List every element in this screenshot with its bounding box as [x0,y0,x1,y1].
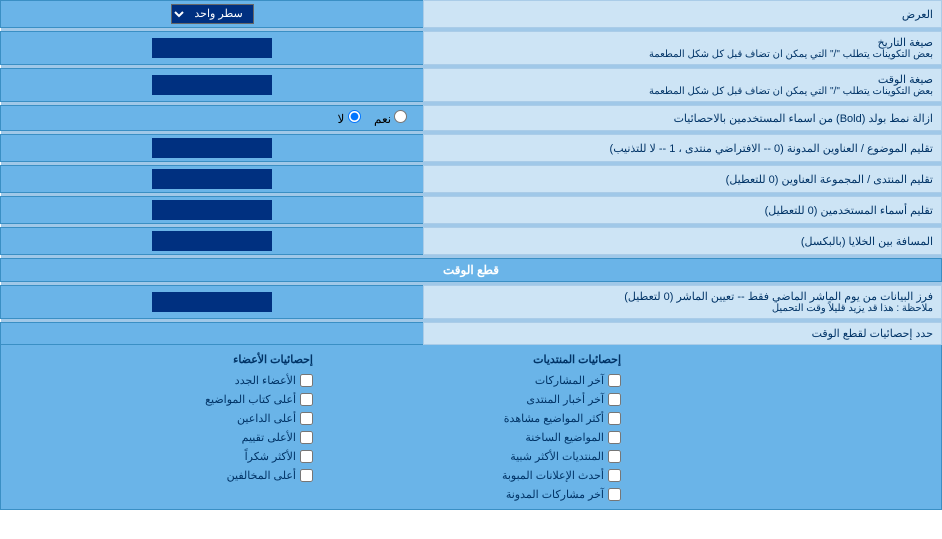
lines-cell: سطر واحد [1,1,424,28]
display-text: العرض [902,9,933,21]
list-item: آخر أخبار المنتدى [321,391,621,408]
cb-popular-forums[interactable] [608,450,621,463]
col2-header: إحصائيات المنتديات [321,351,621,370]
limit-row-label: حدد إحصائيات لقطع الوقت [424,323,942,345]
bold-remove-title: ازالة نمط بولد (Bold) من اسماء المستخدمي… [674,113,933,125]
cells-distance-input[interactable]: 2 [152,231,272,251]
col3-header [629,351,929,370]
checkboxes-section: إحصائيات المنتديات إحصائيات الأعضاء آخر … [1,345,942,510]
col3-item-4 [629,429,929,446]
forum-order-label: تقليم المنتدى / المجموعة العناوين (0 للت… [424,166,942,193]
time-format-input-cell: H:i [1,69,424,102]
realtime-section-header: قطع الوقت [1,259,942,282]
date-format-sublabel: بعض التكوينات يتطلب "/" التي يمكن ان تضا… [432,49,933,60]
bold-remove-cell: نعم لا [1,106,424,131]
list-item: أعلى المخالفين [13,467,313,484]
col3-item-3 [629,410,929,427]
time-format-sublabel: بعض التكوينات يتطلب "/" التي يمكن ان تضا… [432,86,933,97]
list-item: أعلى الداعين [13,410,313,427]
topics-order-input[interactable]: 33 [152,138,272,158]
lines-dropdown[interactable]: سطر واحد [171,4,254,24]
usernames-trim-label: تقليم أسماء المستخدمين (0 للتعطيل) [424,197,942,224]
cb-most-thanked[interactable] [300,450,313,463]
col3-item-7 [629,486,929,503]
usernames-trim-title: تقليم أسماء المستخدمين (0 للتعطيل) [765,205,933,217]
list-item: الأعلى تقييم [13,429,313,446]
list-item: آخر المشاركات [321,372,621,389]
cb-top-violators[interactable] [300,469,313,482]
bold-no-label: لا [337,112,344,126]
realtime-title: قطع الوقت [443,263,499,277]
bold-yes-radio[interactable] [394,110,407,123]
time-format-title: صيغة الوقت [878,74,933,86]
topics-order-input-cell: 33 [1,135,424,162]
list-item: أكثر المواضيع مشاهدة [321,410,621,427]
topics-order-title: تقليم الموضوع / العناوين المدونة (0 -- ا… [610,143,933,155]
date-format-input[interactable]: d-m [152,38,272,58]
cb-top-inviters[interactable] [300,412,313,425]
cb-new-members[interactable] [300,374,313,387]
realtime-days-input[interactable]: 0 [152,292,272,312]
col3-item-2 [629,391,929,408]
display-label: العرض [424,1,942,28]
list-item: أحدث الإعلانات المبوبة [321,467,621,484]
cb-most-viewed[interactable] [608,412,621,425]
cells-distance-input-cell: 2 [1,228,424,255]
forum-order-title: تقليم المنتدى / المجموعة العناوين (0 للت… [726,174,933,186]
date-format-title: صيغة التاريخ [878,37,933,49]
bold-yes-label: نعم [374,112,391,126]
col3-item-6 [629,467,929,484]
list-item: الأكثر شكراً [13,448,313,465]
list-item: المواضيع الساخنة [321,429,621,446]
cb-latest-ads[interactable] [608,469,621,482]
cells-distance-label: المسافة بين الخلايا (بالبكسل) [424,228,942,255]
col2-header-text: إحصائيات المنتديات [533,354,621,366]
realtime-days-input-cell: 0 [1,286,424,319]
cb-top-topic-writers[interactable] [300,393,313,406]
cb-hot-topics[interactable] [608,431,621,444]
col3-item-5 [629,448,929,465]
col1-item-7 [13,486,313,503]
limit-row-text: حدد إحصائيات لقطع الوقت [812,328,933,340]
cb-last-blog-posts[interactable] [608,488,621,501]
bold-remove-label: ازالة نمط بولد (Bold) من اسماء المستخدمي… [424,106,942,131]
usernames-trim-input-cell: 0 [1,197,424,224]
bold-no-radio[interactable] [348,110,361,123]
list-item: المنتديات الأكثر شبية [321,448,621,465]
usernames-trim-input[interactable]: 0 [152,200,272,220]
cb-top-rated[interactable] [300,431,313,444]
date-format-input-cell: d-m [1,32,424,65]
time-format-input[interactable]: H:i [152,75,272,95]
forum-order-input-cell: 33 [1,166,424,193]
realtime-days-label: فرز البيانات من يوم الماشر الماضي فقط --… [424,286,942,319]
col1-header: إحصائيات الأعضاء [13,351,313,370]
limit-row-empty [1,323,424,345]
forum-order-input[interactable]: 33 [152,169,272,189]
realtime-days-title: فرز البيانات من يوم الماشر الماضي فقط --… [624,291,933,303]
cb-last-news[interactable] [608,393,621,406]
list-item: أعلى كتاب المواضيع [13,391,313,408]
date-format-label: صيغة التاريخ بعض التكوينات يتطلب "/" الت… [424,32,942,65]
cells-distance-title: المسافة بين الخلايا (بالبكسل) [801,236,933,248]
cb-last-posts[interactable] [608,374,621,387]
realtime-days-note: ملاحظة : هذا قد يزيد قليلاً وقت التحميل [432,303,933,314]
list-item: آخر مشاركات المدونة [321,486,621,503]
col1-header-text: إحصائيات الأعضاء [233,354,313,366]
list-item: الأعضاء الجدد [13,372,313,389]
col3-item-1 [629,372,929,389]
topics-order-label: تقليم الموضوع / العناوين المدونة (0 -- ا… [424,135,942,162]
time-format-label: صيغة الوقت بعض التكوينات يتطلب "/" التي … [424,69,942,102]
